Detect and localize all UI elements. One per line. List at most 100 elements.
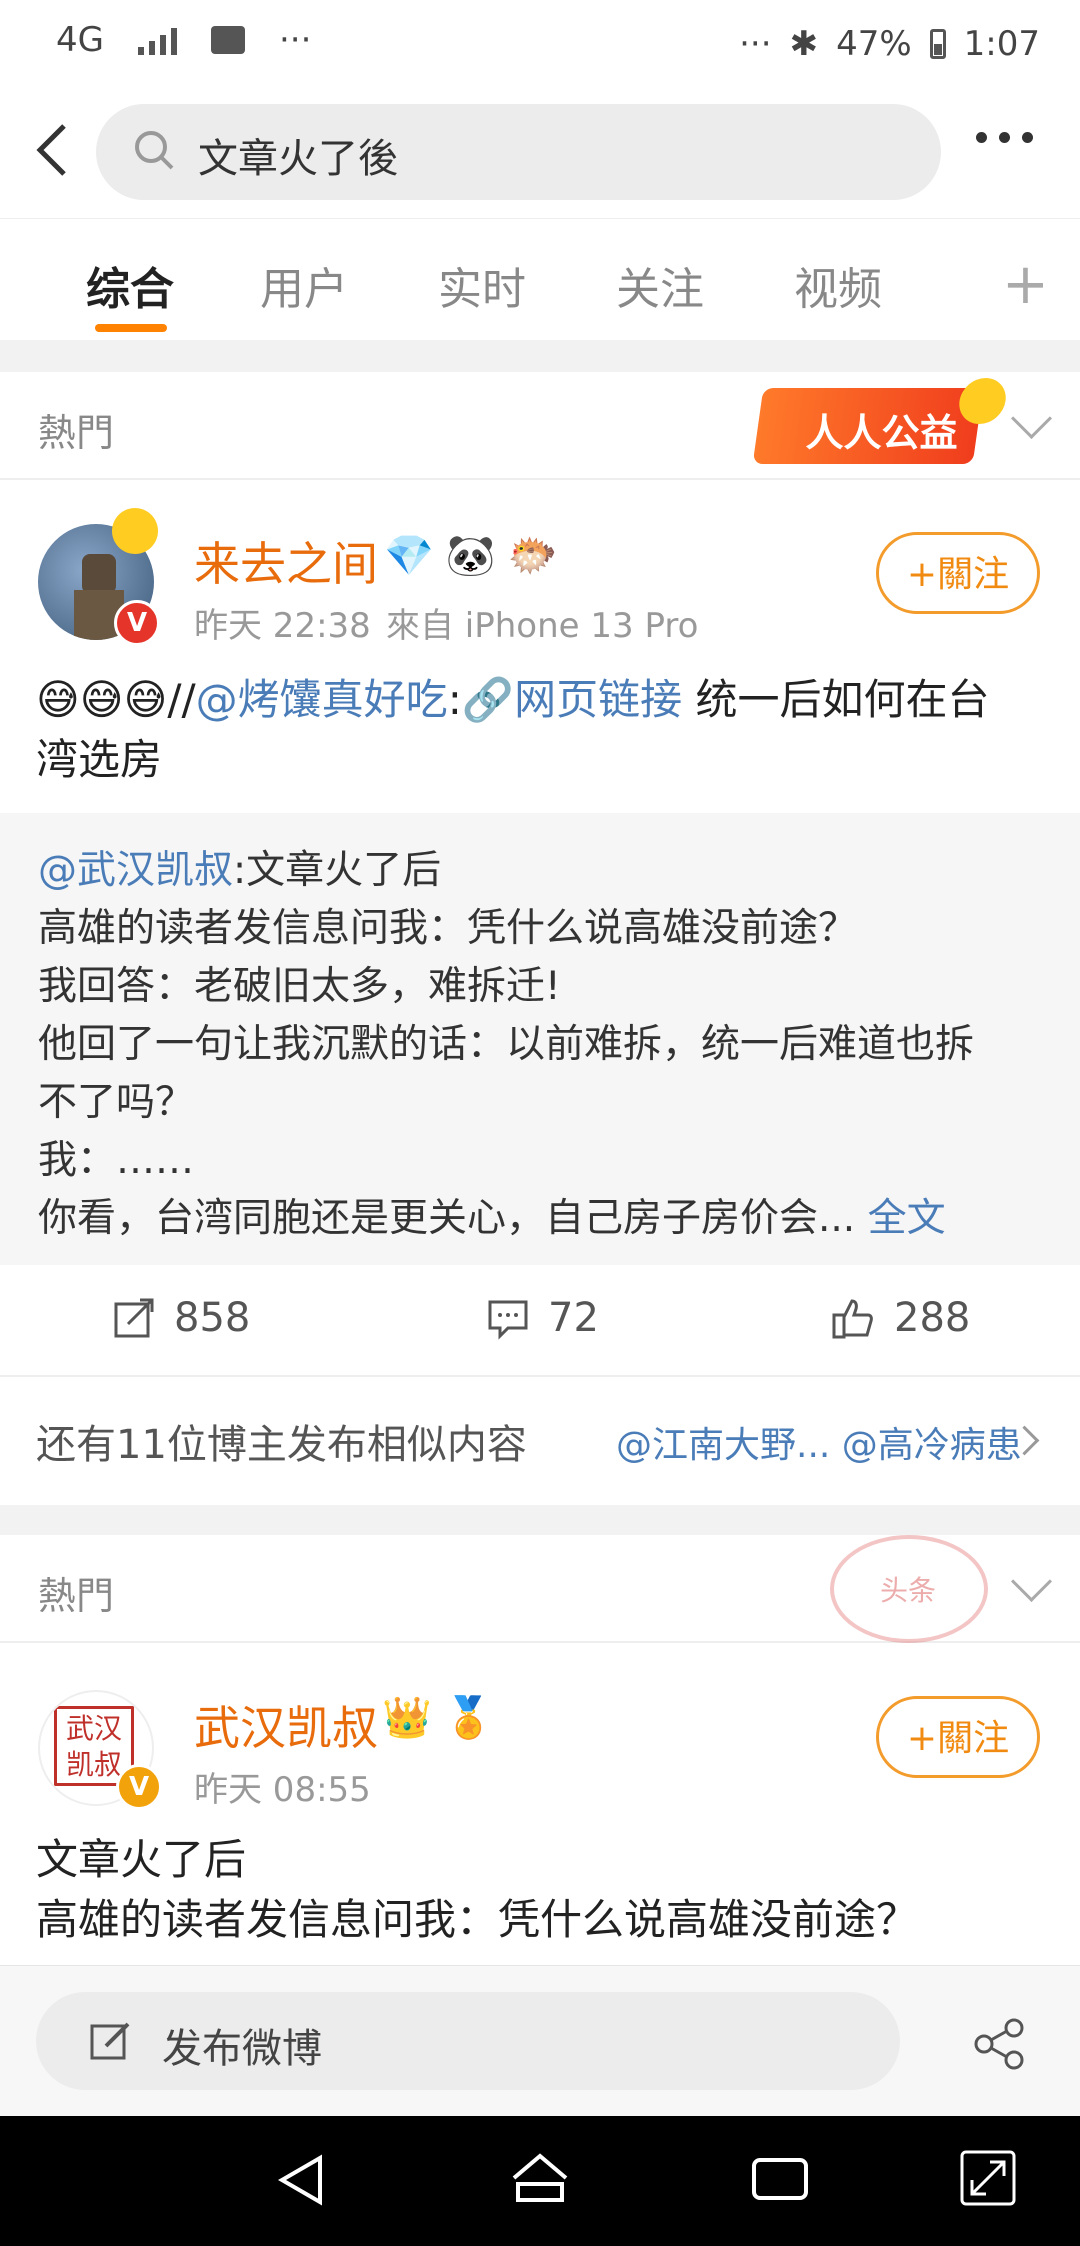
user-badges: 💎 🐼 🐡 — [384, 532, 557, 579]
nav-back-icon[interactable] — [272, 2150, 332, 2210]
username-2[interactable]: 武汉凯叔 — [194, 1692, 378, 1758]
retweet-line-3: 我回答：老破旧太多，难拆迁! — [38, 964, 561, 1009]
hot-header-2: 熱門 头条 — [0, 1535, 1080, 1643]
clock: 1:07 — [963, 24, 1040, 64]
gongyi-badge-text: 人人公益 — [805, 411, 958, 455]
search-query: 文章火了後 — [198, 136, 398, 182]
search-input[interactable]: 文章火了後 — [96, 104, 941, 200]
retweet-line-4: 他回了一句让我沉默的话：以前难拆，统一后难道也拆 — [38, 1022, 975, 1067]
vip-icon: 💎 — [384, 533, 434, 579]
active-tab-indicator — [95, 324, 167, 332]
verified-badge-icon-2: V — [116, 1764, 162, 1810]
network-indicator: 4G — [56, 20, 104, 60]
hot-header: 熱門 人人公益 — [0, 372, 1080, 480]
battery-icon — [929, 29, 946, 59]
add-tab-icon[interactable]: + — [1002, 252, 1049, 317]
tab-realtime[interactable]: 实时 — [438, 253, 526, 317]
retweet-line-5: 不了吗？ — [38, 1080, 195, 1125]
section-divider — [0, 340, 1080, 372]
similar-content-text: 还有11位博主发布相似内容 — [36, 1422, 527, 1468]
more-status-icon: ··· — [739, 24, 772, 64]
follow-button-2[interactable]: +關注 — [876, 1696, 1040, 1778]
post-body: 😅😅😅//@烤馕真好吃:🔗网页链接 统一后如何在台 湾选房 — [36, 670, 1046, 790]
chevron-down-icon-2[interactable] — [1010, 1560, 1053, 1603]
webpage-link[interactable]: 🔗网页链接 — [462, 675, 682, 724]
like-count: 288 — [894, 1295, 971, 1341]
panda-icon: 🐼 — [445, 533, 496, 579]
nav-recents-icon[interactable] — [750, 2152, 810, 2208]
more-menu-button[interactable] — [976, 132, 1033, 143]
retweet-line-6: 我：…… — [38, 1138, 195, 1183]
search-tabs: 综合 用户 实时 关注 视频 — [0, 218, 1080, 341]
signal-icon — [137, 25, 177, 55]
follow-button[interactable]: +關注 — [876, 532, 1040, 614]
repost-count: 858 — [174, 1295, 251, 1341]
repost-button[interactable]: 858 — [112, 1295, 250, 1341]
status-right: ··· ✱ 47% 1:07 — [739, 24, 1040, 64]
tab-comprehensive[interactable]: 综合 — [86, 253, 174, 317]
comment-count: 72 — [548, 1295, 599, 1341]
bluetooth-icon: ✱ — [789, 24, 819, 64]
chevron-down-icon[interactable] — [1010, 397, 1053, 440]
pufferfish-icon: 🐡 — [507, 533, 558, 579]
compose-button[interactable]: 发布微博 — [36, 1992, 900, 2090]
comment-button[interactable]: 72 — [486, 1295, 599, 1341]
nav-expand-icon[interactable] — [958, 2148, 1018, 2208]
medal-icon: 🏅 — [443, 1695, 494, 1741]
compose-label: 发布微博 — [162, 2026, 322, 2072]
retweet-box[interactable]: @武汉凯叔:文章火了后 高雄的读者发信息问我：凭什么说高雄没前途？ 我回答：老破… — [0, 813, 1080, 1265]
emoji-sweat-icons: 😅😅😅 — [36, 675, 168, 724]
similar-authors[interactable]: @江南大野... @高冷病患 — [616, 1416, 1022, 1468]
verified-badge-icon: V — [114, 600, 160, 646]
mention-link[interactable]: @烤馕真好吃 — [196, 675, 448, 724]
search-icon — [135, 131, 174, 170]
battery-percent: 47% — [836, 24, 912, 64]
post-source: 來自 iPhone 13 Pro — [386, 606, 699, 646]
gongyi-badge[interactable]: 人人公益 — [752, 378, 1009, 464]
toutiao-stamp-icon: 头条 — [830, 1535, 988, 1643]
back-arrow-icon — [36, 124, 66, 176]
edit-icon — [90, 2022, 130, 2060]
tab-users[interactable]: 用户 — [260, 253, 348, 317]
post2-line-2: 高雄的读者发信息问我：凭什么说高雄没前途？ — [36, 1895, 919, 1944]
tab-following[interactable]: 关注 — [616, 253, 704, 317]
similar-content-row[interactable]: 还有11位博主发布相似内容 @江南大野... @高冷病患 — [0, 1378, 1080, 1498]
share-icon — [974, 2018, 1024, 2070]
repost-slashes: // — [167, 675, 196, 724]
system-nav-bar — [0, 2116, 1080, 2246]
retweet-text-1: :文章火了后 — [233, 848, 442, 893]
back-button[interactable] — [26, 120, 86, 180]
post-actions: 858 72 288 — [0, 1265, 1080, 1377]
status-bar: 4G ··· ··· ✱ 47% 1:07 — [0, 0, 1080, 92]
retweet-line-2: 高雄的读者发信息问我：凭什么说高雄没前途？ — [38, 906, 858, 951]
section-divider-2 — [0, 1505, 1080, 1535]
hot-label: 熱門 — [38, 411, 115, 455]
more-notifications-icon: ··· — [278, 20, 312, 60]
like-button[interactable]: 288 — [830, 1295, 970, 1341]
comment-icon — [488, 1300, 528, 1340]
full-text-link[interactable]: 全文 — [868, 1196, 946, 1241]
sun-icon — [956, 378, 1009, 424]
retweet-mention[interactable]: @武汉凯叔 — [38, 848, 233, 893]
post-time-2: 昨天 08:55 — [194, 1770, 371, 1810]
message-icon — [210, 26, 245, 54]
username[interactable]: 来去之间 — [194, 528, 378, 594]
post-time: 昨天 22:38 — [194, 606, 371, 646]
retweet-text-7: 你看，台湾同胞还是更关心，自己房子房价会... — [38, 1196, 856, 1241]
post2-line-1: 文章火了后 — [36, 1835, 247, 1884]
hot-label-2: 熱門 — [38, 1574, 115, 1618]
tab-video[interactable]: 视频 — [794, 253, 882, 317]
stamp-text: 头条 — [880, 1574, 937, 1607]
status-left: 4G ··· — [56, 20, 311, 60]
crown-icon: 👑 — [382, 1695, 432, 1741]
share-button[interactable] — [972, 2016, 1028, 2076]
post-text-1: 统一后如何在台 — [682, 675, 990, 724]
nav-home-icon[interactable] — [508, 2150, 572, 2210]
user-badges-2: 👑 🏅 — [382, 1694, 494, 1741]
repost-icon — [114, 1298, 154, 1338]
thumbs-up-icon — [832, 1299, 873, 1339]
post-text-2: 湾选房 — [36, 735, 163, 784]
post-body-2: 文章火了后 高雄的读者发信息问我：凭什么说高雄没前途？ — [36, 1830, 1046, 1950]
sun-decoration-icon — [112, 508, 158, 554]
mention-colon: : — [447, 675, 462, 724]
